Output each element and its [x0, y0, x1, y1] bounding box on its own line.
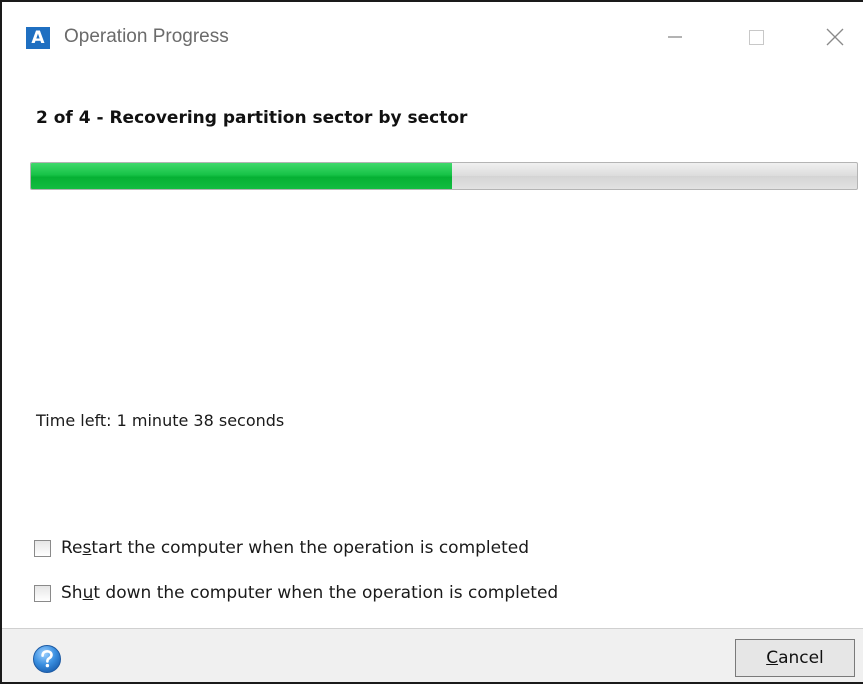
restart-label[interactable]: Restart the computer when the operation … [61, 538, 529, 558]
title-bar[interactable]: A Operation Progress [2, 2, 863, 68]
minimize-button[interactable] [650, 16, 700, 56]
restart-option[interactable]: Restart the computer when the operation … [34, 536, 529, 560]
help-button[interactable] [32, 644, 62, 674]
cancel-label-accel: C [766, 648, 779, 668]
close-button[interactable] [809, 16, 859, 56]
shutdown-label[interactable]: Shut down the computer when the operatio… [61, 583, 558, 603]
cancel-button[interactable]: Cancel [735, 639, 855, 677]
progress-bar-fill [31, 163, 453, 189]
operation-progress-dialog: A Operation Progress 2 of 4 - Recovering… [0, 0, 863, 684]
minimize-icon [668, 36, 682, 38]
shutdown-label-accel: u [82, 583, 94, 603]
cancel-label-post: ancel [778, 648, 824, 668]
maximize-button[interactable] [732, 16, 782, 56]
shutdown-checkbox[interactable] [34, 584, 51, 602]
shutdown-label-post: t down the computer when the operation i… [93, 583, 559, 603]
restart-checkbox[interactable] [34, 539, 51, 557]
time-left-text: Time left: 1 minute 38 seconds [36, 411, 285, 430]
close-icon [826, 28, 844, 46]
step-title: 2 of 4 - Recovering partition sector by … [36, 108, 468, 128]
window-title: Operation Progress [64, 26, 229, 47]
help-icon [33, 645, 61, 673]
restart-label-pre: Re [61, 538, 83, 558]
app-icon: A [26, 27, 50, 49]
progress-bar [30, 162, 858, 190]
shutdown-label-pre: Sh [61, 583, 83, 603]
maximize-icon [749, 30, 764, 45]
dialog-footer: Cancel [2, 628, 863, 682]
restart-label-post: tart the computer when the operation is … [91, 538, 530, 558]
shutdown-option[interactable]: Shut down the computer when the operatio… [34, 581, 558, 605]
